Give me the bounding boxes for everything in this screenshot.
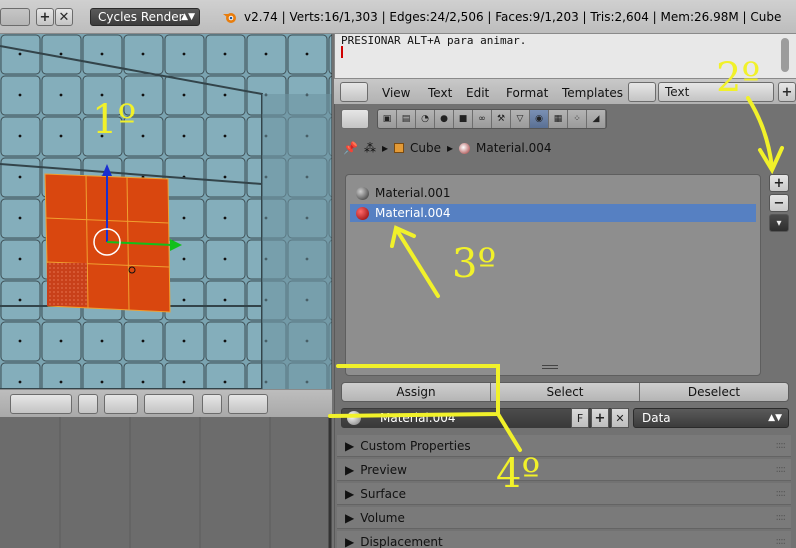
annotation-overlay [328, 96, 784, 452]
annotation-step-3: 3º [452, 241, 497, 287]
annotation-step-2: 2º [716, 55, 761, 101]
blender-window: + ✕ Cycles Render ▲▼ v2.74 | Verts:16/1,… [0, 0, 796, 548]
annotation-step-4: 4º [496, 451, 541, 497]
arrow-to-add-slot [746, 96, 774, 170]
arrow-to-material-slot [396, 230, 440, 298]
box-around-assign [328, 364, 500, 418]
